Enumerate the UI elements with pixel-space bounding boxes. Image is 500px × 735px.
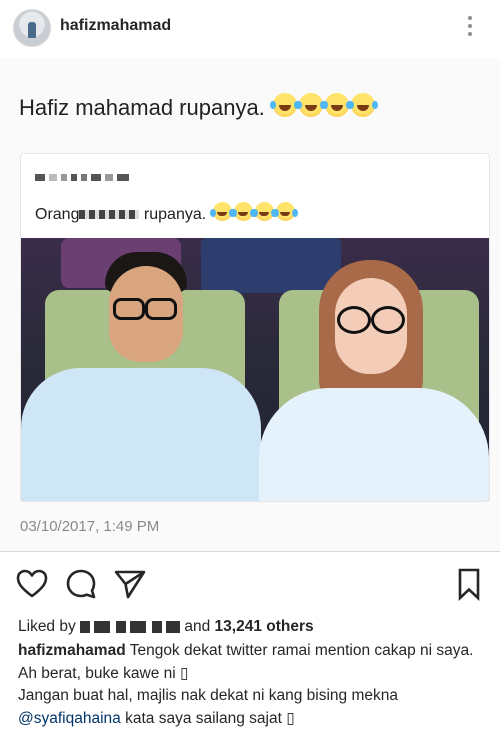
likes-user-redaction[interactable] xyxy=(80,620,181,633)
post-image-caption: Hafiz mahamad rupanya. xyxy=(19,93,377,123)
likes-connector: and xyxy=(184,618,211,635)
post-username[interactable]: hafizmahamad xyxy=(60,17,171,35)
caption-line2: Jangan buat hal, majlis nak dekat ni kan… xyxy=(18,687,398,704)
avatar[interactable] xyxy=(13,9,51,47)
action-bar xyxy=(0,567,500,607)
heart-icon[interactable] xyxy=(15,567,49,601)
likes-count[interactable]: 13,241 others xyxy=(215,618,314,635)
caption-username[interactable]: hafizmahamad xyxy=(18,642,126,659)
face-with-tears-of-joy-icon xyxy=(230,202,253,221)
face-with-tears-of-joy-icon xyxy=(209,202,232,221)
caption-text: Hafiz mahamad rupanya. xyxy=(19,95,265,120)
share-icon[interactable] xyxy=(113,567,147,601)
card-emoji-group xyxy=(209,202,297,226)
face-with-tears-of-joy-icon xyxy=(269,93,297,117)
post-caption: hafizmahamad Tengok dekat twitter ramai … xyxy=(18,640,488,730)
caption-mention[interactable]: @syafiqahaina xyxy=(18,710,121,727)
card-text-start: Orang xyxy=(35,206,80,223)
embedded-post-card: Orang rupanya. xyxy=(20,153,490,502)
face-with-tears-of-joy-icon xyxy=(347,93,375,117)
comment-icon[interactable] xyxy=(64,567,98,601)
post-header: hafizmahamad xyxy=(0,0,500,58)
divider xyxy=(0,551,500,552)
caption-glyph-end: ▯ xyxy=(286,709,295,727)
emoji-group xyxy=(269,93,377,123)
face-with-tears-of-joy-icon xyxy=(272,202,295,221)
likes-prefix: Liked by xyxy=(18,618,76,635)
card-photo xyxy=(21,238,489,501)
face-with-tears-of-joy-icon xyxy=(251,202,274,221)
likes-line: Liked by and 13,241 others xyxy=(18,618,314,636)
caption-glyph: ▯ xyxy=(180,664,189,682)
card-text-end: rupanya. xyxy=(143,206,207,223)
card-author-redacted xyxy=(35,172,129,182)
caption-line3: kata saya sailang sajat xyxy=(125,709,282,727)
card-timestamp: 03/10/2017, 1:49 PM xyxy=(20,518,160,535)
face-with-tears-of-joy-icon xyxy=(321,93,349,117)
card-text: Orang rupanya. xyxy=(35,202,297,226)
face-with-tears-of-joy-icon xyxy=(295,93,323,117)
bookmark-icon[interactable] xyxy=(452,567,486,602)
more-vertical-icon[interactable] xyxy=(462,16,478,40)
card-text-redaction xyxy=(79,210,140,220)
